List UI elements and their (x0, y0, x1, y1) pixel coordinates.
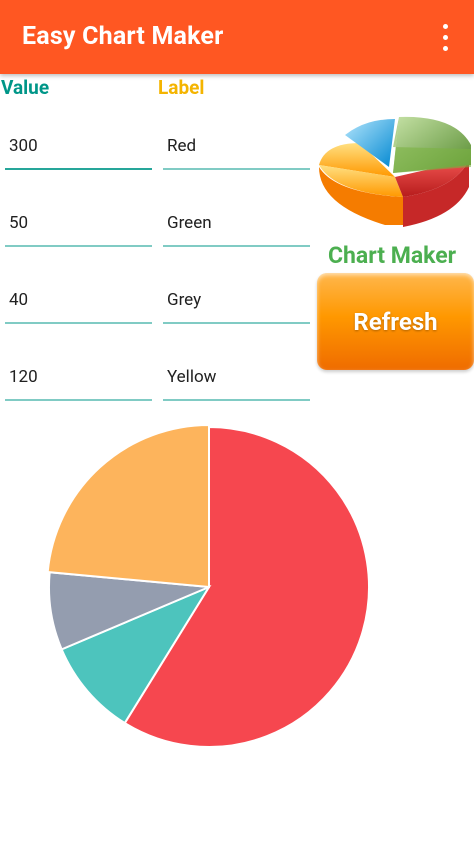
label-input-1[interactable]: Red (163, 130, 310, 170)
value-column-header: Value (1, 76, 50, 99)
3d-pie-chart-logo-icon (319, 116, 471, 227)
label-input-text: Red (167, 136, 197, 156)
value-input-2[interactable]: 50 (5, 207, 152, 247)
label-input-4[interactable]: Yellow (163, 361, 310, 401)
overflow-menu-icon[interactable] (432, 18, 458, 56)
label-input-2[interactable]: Green (163, 207, 310, 247)
value-input-text: 40 (9, 290, 29, 310)
label-input-text: Yellow (167, 367, 217, 387)
value-input-4[interactable]: 120 (5, 361, 152, 401)
label-input-text: Green (167, 213, 212, 233)
value-input-text: 50 (9, 213, 29, 233)
pie-slice-yellow (46, 423, 210, 589)
value-input-text: 300 (9, 136, 38, 156)
value-input-1[interactable]: 300 (5, 130, 152, 170)
value-input-3[interactable]: 40 (5, 284, 152, 324)
refresh-button-label: Refresh (353, 307, 438, 336)
chart-maker-title: Chart Maker (328, 242, 457, 269)
label-input-3[interactable]: Grey (163, 284, 310, 324)
value-input-text: 120 (9, 367, 38, 387)
refresh-button[interactable]: Refresh (317, 273, 474, 370)
label-input-text: Grey (167, 290, 202, 310)
app-bar: Easy Chart Maker (0, 0, 474, 74)
app-title: Easy Chart Maker (22, 22, 224, 51)
label-column-header: Label (158, 76, 205, 99)
pie-chart (46, 423, 370, 748)
